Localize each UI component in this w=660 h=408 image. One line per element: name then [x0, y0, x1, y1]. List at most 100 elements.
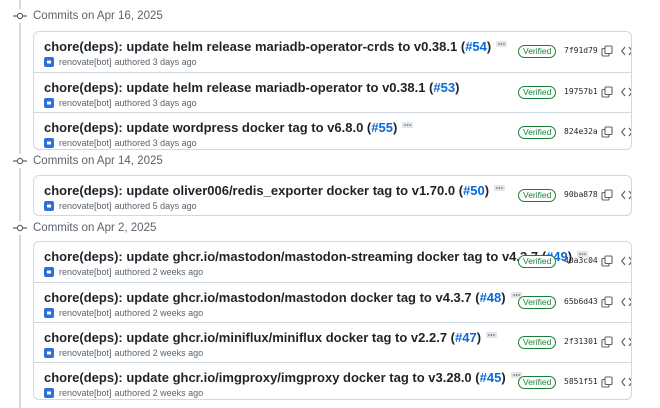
- copy-icon[interactable]: [601, 189, 613, 201]
- verified-badge[interactable]: Verified: [518, 336, 557, 349]
- code-icon[interactable]: [621, 256, 632, 266]
- commit-message-link[interactable]: chore(deps): update helm release mariadb…: [44, 39, 465, 54]
- commit-row: chore(deps): update oliver006/redis_expo…: [34, 176, 632, 215]
- bot-avatar-icon[interactable]: [44, 98, 54, 108]
- bot-avatar-icon[interactable]: [44, 388, 54, 398]
- verified-badge[interactable]: Verified: [518, 296, 557, 309]
- pull-request-link[interactable]: #48: [480, 290, 502, 305]
- commit-author-link[interactable]: renovate[bot]: [59, 388, 112, 398]
- commit-title-suffix: ): [484, 183, 490, 198]
- commit-message-link[interactable]: chore(deps): update helm release mariadb…: [44, 80, 433, 95]
- commit-time: authored 2 weeks ago: [114, 348, 204, 358]
- commit-list: chore(deps): update oliver006/redis_expo…: [33, 175, 632, 216]
- code-icon[interactable]: [621, 337, 632, 347]
- commit-message-link[interactable]: chore(deps): update oliver006/redis_expo…: [44, 183, 463, 198]
- code-icon[interactable]: [621, 127, 632, 137]
- bot-avatar-icon[interactable]: [44, 348, 54, 358]
- pull-request-link[interactable]: #50: [463, 183, 485, 198]
- git-commit-icon: [13, 221, 27, 235]
- commit-title-suffix: ): [455, 80, 460, 95]
- commit-sha-link[interactable]: 40a3c04: [564, 256, 598, 265]
- commit-title: chore(deps): update ghcr.io/mastodon/mas…: [44, 249, 589, 264]
- ellipsis-icon[interactable]: [494, 184, 506, 191]
- copy-icon[interactable]: [601, 376, 613, 388]
- commit-row: chore(deps): update ghcr.io/mastodon/mas…: [34, 282, 631, 322]
- pull-request-link[interactable]: #55: [371, 120, 393, 135]
- commit-time: authored 3 days ago: [114, 138, 197, 148]
- pull-request-link[interactable]: #53: [433, 80, 455, 95]
- commit-meta: renovate[bot] authored 2 weeks ago: [44, 388, 203, 398]
- commit-meta: renovate[bot] authored 2 weeks ago: [44, 267, 203, 277]
- commit-author-link[interactable]: renovate[bot]: [59, 138, 112, 148]
- git-commit-icon: [13, 154, 27, 168]
- commit-title-suffix: ): [486, 39, 492, 54]
- commit-sha-link[interactable]: 65b6d43: [564, 297, 598, 306]
- copy-icon[interactable]: [601, 296, 613, 308]
- verified-badge[interactable]: Verified: [518, 45, 557, 58]
- commit-message-link[interactable]: chore(deps): update wordpress docker tag…: [44, 120, 371, 135]
- code-icon[interactable]: [621, 297, 632, 307]
- commit-time: authored 3 days ago: [114, 98, 197, 108]
- commit-sha-link[interactable]: 2f31301: [564, 337, 598, 346]
- code-icon[interactable]: [621, 87, 632, 97]
- ellipsis-icon[interactable]: [402, 121, 414, 128]
- commit-title-suffix: ): [392, 120, 398, 135]
- commit-message-link[interactable]: chore(deps): update ghcr.io/imgproxy/img…: [44, 370, 480, 385]
- code-icon[interactable]: [621, 46, 632, 56]
- copy-icon[interactable]: [601, 336, 613, 348]
- ellipsis-icon[interactable]: [486, 331, 498, 338]
- commit-sha-link[interactable]: 5851f51: [564, 377, 598, 386]
- code-icon[interactable]: [621, 377, 632, 387]
- commit-sha-link[interactable]: 7f91d79: [564, 46, 598, 55]
- verified-badge[interactable]: Verified: [518, 189, 557, 202]
- commit-list: chore(deps): update helm release mariadb…: [33, 31, 632, 150]
- commit-sha-link[interactable]: 90ba878: [564, 190, 598, 199]
- commit-message-link[interactable]: chore(deps): update ghcr.io/miniflux/min…: [44, 330, 455, 345]
- commit-group-date: Commits on Apr 2, 2025: [33, 222, 157, 234]
- commit-author-link[interactable]: renovate[bot]: [59, 308, 112, 318]
- commit-meta: renovate[bot] authored 3 days ago: [44, 57, 197, 67]
- copy-icon[interactable]: [601, 45, 613, 57]
- commit-title-suffix: ): [501, 370, 506, 385]
- commit-time: authored 3 days ago: [114, 57, 197, 67]
- commit-message-link[interactable]: chore(deps): update ghcr.io/mastodon/mas…: [44, 249, 546, 264]
- verified-badge[interactable]: Verified: [518, 376, 557, 389]
- bot-avatar-icon[interactable]: [44, 138, 54, 148]
- verified-badge[interactable]: Verified: [518, 255, 557, 268]
- commit-row: chore(deps): update helm release mariadb…: [34, 72, 631, 112]
- commit-author-link[interactable]: renovate[bot]: [59, 348, 112, 358]
- copy-icon[interactable]: [601, 126, 613, 138]
- commit-group-header: Commits on Apr 16, 2025: [0, 6, 163, 26]
- pull-request-link[interactable]: #47: [455, 330, 477, 345]
- commit-time: authored 5 days ago: [114, 201, 197, 211]
- commit-meta: renovate[bot] authored 2 weeks ago: [44, 308, 203, 318]
- commit-message-link[interactable]: chore(deps): update ghcr.io/mastodon/mas…: [44, 290, 480, 305]
- bot-avatar-icon[interactable]: [44, 308, 54, 318]
- commit-author-link[interactable]: renovate[bot]: [59, 267, 112, 277]
- verified-badge[interactable]: Verified: [518, 126, 557, 139]
- commit-title: chore(deps): update ghcr.io/imgproxy/img…: [44, 370, 522, 385]
- commit-title: chore(deps): update helm release mariadb…: [44, 39, 508, 54]
- commit-group-date: Commits on Apr 14, 2025: [33, 155, 163, 167]
- commit-title: chore(deps): update ghcr.io/mastodon/mas…: [44, 290, 522, 305]
- code-icon[interactable]: [621, 190, 632, 200]
- commit-sha-link[interactable]: 824e32a: [564, 127, 598, 136]
- bot-avatar-icon[interactable]: [44, 57, 54, 67]
- ellipsis-icon[interactable]: [496, 40, 508, 47]
- commit-meta: renovate[bot] authored 2 weeks ago: [44, 348, 203, 358]
- copy-icon[interactable]: [601, 255, 613, 267]
- commit-time: authored 2 weeks ago: [114, 388, 204, 398]
- bot-avatar-icon[interactable]: [44, 267, 54, 277]
- verified-badge[interactable]: Verified: [518, 86, 557, 99]
- copy-icon[interactable]: [601, 86, 613, 98]
- commit-sha-link[interactable]: 19757b1: [564, 87, 598, 96]
- commit-author-link[interactable]: renovate[bot]: [59, 57, 112, 67]
- bot-avatar-icon[interactable]: [44, 201, 54, 211]
- commit-author-link[interactable]: renovate[bot]: [59, 201, 112, 211]
- commit-title: chore(deps): update ghcr.io/miniflux/min…: [44, 330, 498, 345]
- commit-group-header: Commits on Apr 2, 2025: [0, 218, 156, 238]
- commit-author-link[interactable]: renovate[bot]: [59, 98, 112, 108]
- pull-request-link[interactable]: #45: [480, 370, 502, 385]
- commit-row: chore(deps): update ghcr.io/mastodon/mas…: [34, 242, 631, 282]
- pull-request-link[interactable]: #54: [465, 39, 487, 54]
